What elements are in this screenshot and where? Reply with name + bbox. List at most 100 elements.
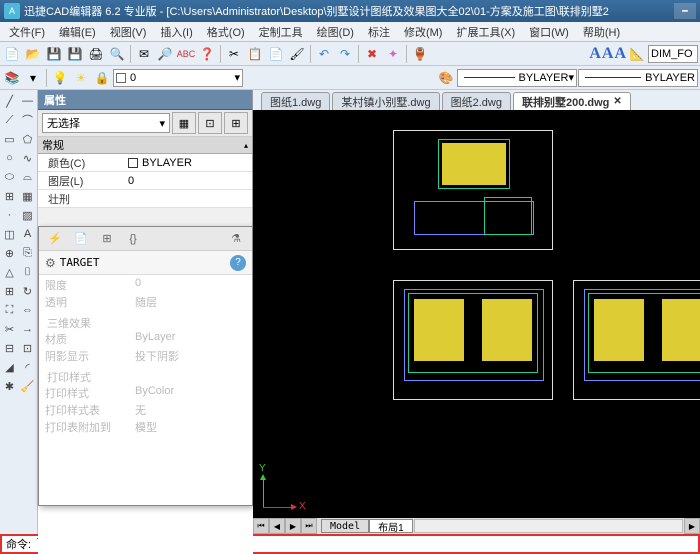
tab-drawing1[interactable]: 图纸1.dwg xyxy=(261,92,330,110)
open-button[interactable]: 📂 xyxy=(23,44,43,64)
text-tool[interactable]: A xyxy=(19,225,37,243)
ellipse-tool[interactable]: ⬭ xyxy=(1,168,19,186)
save-button[interactable]: 💾 xyxy=(44,44,64,64)
find-button[interactable]: 🔎 xyxy=(155,44,175,64)
scroll-right-button[interactable]: ▶ xyxy=(684,518,700,534)
category-general[interactable]: 常规▴ xyxy=(38,136,252,154)
trim-tool[interactable]: ✂ xyxy=(1,320,19,338)
close-tab-icon[interactable]: ✕ xyxy=(613,96,621,107)
hatch-tool[interactable]: ▨ xyxy=(19,206,37,224)
linetype-dropdown[interactable]: BYLAYER▾ xyxy=(457,69,577,87)
move-tool[interactable]: ⊕ xyxy=(1,244,19,262)
scroll-prev-button[interactable]: ◀ xyxy=(269,518,285,534)
scrollbar-h[interactable] xyxy=(414,519,683,533)
sun-icon[interactable]: ☀ xyxy=(71,68,91,88)
tab-townhouse[interactable]: 联排别墅200.dwg✕ xyxy=(513,92,631,110)
prop-row-3[interactable]: 壮刑 xyxy=(38,190,252,208)
spell-button[interactable]: ABC xyxy=(176,44,196,64)
preview-button[interactable]: 🔍 xyxy=(107,44,127,64)
menu-modify[interactable]: 修改(M) xyxy=(397,22,450,42)
rotate-tool[interactable]: ↻ xyxy=(19,282,37,300)
selection-dropdown[interactable]: 无选择▾ xyxy=(42,113,170,133)
scroll-first-button[interactable]: ⏮ xyxy=(253,518,269,534)
menu-custom-tools[interactable]: 定制工具 xyxy=(252,22,310,42)
textstyle-tool[interactable]: 📐 xyxy=(627,44,647,64)
fp-tab-flask[interactable]: ⚗ xyxy=(224,229,248,249)
offset-tool[interactable]: ⌷ xyxy=(19,263,37,281)
ellipsearc-tool[interactable]: ⌓ xyxy=(19,168,37,186)
help-button[interactable]: ❓ xyxy=(197,44,217,64)
xline-tool[interactable]: — xyxy=(19,92,37,110)
tab-village[interactable]: 某村镇小别墅.dwg xyxy=(332,92,439,110)
circle-tool[interactable]: ○ xyxy=(1,149,19,167)
textstyle-a-icon[interactable]: A xyxy=(589,45,601,63)
matchprop-button[interactable]: 🖌 xyxy=(287,44,307,64)
join-tool[interactable]: ⊡ xyxy=(19,339,37,357)
pickadd-button[interactable]: ⊞ xyxy=(224,112,248,134)
copy-button[interactable]: 📋 xyxy=(245,44,265,64)
copy-tool[interactable]: ⎘ xyxy=(19,244,37,262)
mail-button[interactable]: ✉ xyxy=(134,44,154,64)
quickselect-button[interactable]: ▦ xyxy=(172,112,196,134)
layout-model-tab[interactable]: Model xyxy=(321,519,369,533)
fillet-tool[interactable]: ◜ xyxy=(19,358,37,376)
redo-button[interactable]: ↷ xyxy=(335,44,355,64)
cut-button[interactable]: ✂ xyxy=(224,44,244,64)
saveall-button[interactable]: 💾 xyxy=(65,44,85,64)
menu-insert[interactable]: 插入(I) xyxy=(153,22,199,42)
print-button[interactable]: 🖨 xyxy=(86,44,106,64)
menu-draw[interactable]: 绘图(D) xyxy=(310,22,361,42)
break-tool[interactable]: ⊟ xyxy=(1,339,19,357)
dimstyle-dropdown[interactable]: DIM_FO xyxy=(648,45,698,63)
menu-view[interactable]: 视图(V) xyxy=(103,22,154,42)
undo-button[interactable]: ↶ xyxy=(314,44,334,64)
textstyle-a-icon-3[interactable]: A xyxy=(614,45,626,63)
menu-edit[interactable]: 编辑(E) xyxy=(52,22,103,42)
menu-format[interactable]: 格式(O) xyxy=(200,22,252,42)
rect-tool[interactable]: ▭ xyxy=(1,130,19,148)
scroll-next-button[interactable]: ▶ xyxy=(285,518,301,534)
chamfer-tool[interactable]: ◢ xyxy=(1,358,19,376)
stretch-tool[interactable]: ⇔ xyxy=(19,301,37,319)
mirror-tool[interactable]: △ xyxy=(1,263,19,281)
menu-extend-tools[interactable]: 扩展工具(X) xyxy=(449,22,522,42)
tab-drawing2[interactable]: 图纸2.dwg xyxy=(442,92,511,110)
audit-button[interactable]: ✦ xyxy=(383,44,403,64)
menu-file[interactable]: 文件(F) xyxy=(2,22,52,42)
fp-tab-lightning[interactable]: ⚡ xyxy=(43,229,67,249)
region-tool[interactable]: ◫ xyxy=(1,225,19,243)
line-tool[interactable]: ╱ xyxy=(1,92,19,110)
color-button[interactable]: 🎨 xyxy=(436,68,456,88)
explode-tool[interactable]: ✱ xyxy=(1,377,19,395)
extend-tool[interactable]: → xyxy=(19,320,37,338)
menu-window[interactable]: 窗口(W) xyxy=(522,22,576,42)
polyline-tool[interactable]: ⟋ xyxy=(1,111,19,129)
block-tool[interactable]: ▦ xyxy=(19,187,37,205)
fp-tab-doc[interactable]: 📄 xyxy=(69,229,93,249)
spline-tool[interactable]: ∿ xyxy=(19,149,37,167)
array-tool[interactable]: ⊞ xyxy=(1,282,19,300)
menu-dimension[interactable]: 标注 xyxy=(361,22,397,42)
layout-1-tab[interactable]: 布局1 xyxy=(369,519,413,533)
paste-button[interactable]: 📄 xyxy=(266,44,286,64)
point-tool[interactable]: · xyxy=(1,206,19,224)
layerprops-button[interactable]: 📚 xyxy=(2,68,22,88)
fp-tab-braces[interactable]: {} xyxy=(121,229,145,249)
gear-icon[interactable]: ⚙ xyxy=(45,256,56,270)
layerstate-button[interactable]: ▾ xyxy=(23,68,43,88)
bulb-on-icon[interactable]: 💡 xyxy=(50,68,70,88)
menu-help[interactable]: 帮助(H) xyxy=(576,22,627,42)
layer-dropdown[interactable]: 0 ▾ xyxy=(113,69,243,87)
new-button[interactable]: 📄 xyxy=(2,44,22,64)
arc-tool[interactable]: ⌒ xyxy=(19,111,37,129)
lineweight-dropdown[interactable]: BYLAYER xyxy=(578,69,698,87)
prop-color-row[interactable]: 颜色(C) BYLAYER xyxy=(38,154,252,172)
scale-tool[interactable]: ⛶ xyxy=(1,301,19,319)
minimize-button[interactable]: ━ xyxy=(674,3,696,19)
insert-tool[interactable]: ⊞ xyxy=(1,187,19,205)
erase2-tool[interactable]: 🧹 xyxy=(19,377,37,395)
scroll-last-button[interactable]: ⏭ xyxy=(301,518,317,534)
fp-tab-grid[interactable]: ⊞ xyxy=(95,229,119,249)
render-button[interactable]: 🏺 xyxy=(410,44,430,64)
selectobj-button[interactable]: ⊡ xyxy=(198,112,222,134)
